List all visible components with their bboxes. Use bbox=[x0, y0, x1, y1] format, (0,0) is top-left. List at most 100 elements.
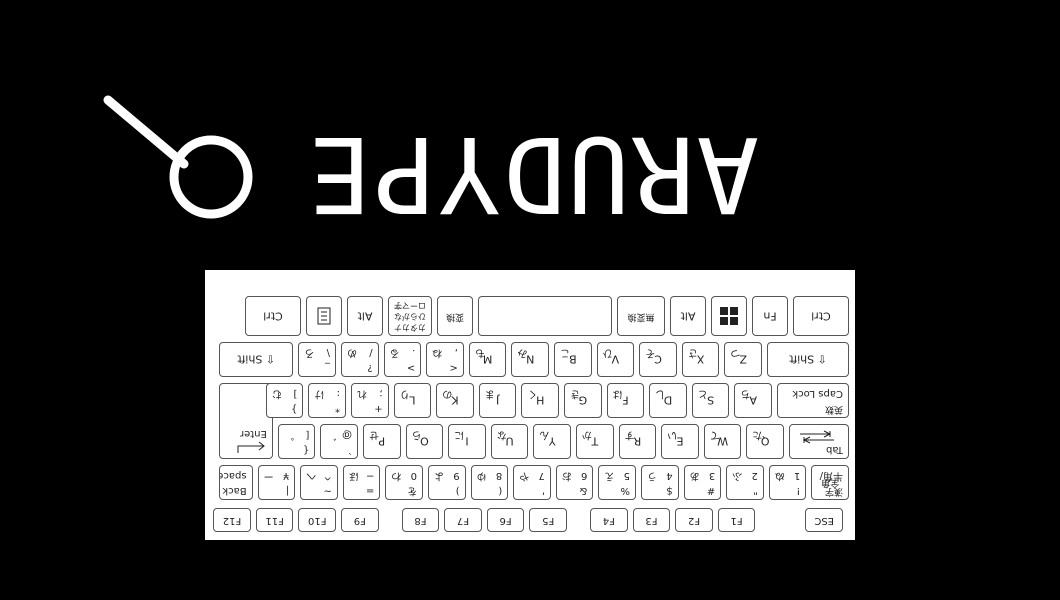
key-n2[interactable]: " 2 ふ bbox=[726, 465, 764, 500]
key-colon[interactable]: *: け bbox=[308, 383, 346, 418]
key-f5[interactable]: F5 bbox=[529, 508, 567, 532]
key-lbracket[interactable]: {[゜ bbox=[277, 424, 316, 459]
key-kana-label: り bbox=[399, 388, 410, 399]
key-f2[interactable]: F2 bbox=[675, 508, 713, 532]
key-label: Alt bbox=[680, 309, 696, 323]
key-caret[interactable]: ~ ^ へ bbox=[300, 465, 338, 500]
key-v[interactable]: Vひ bbox=[596, 342, 635, 377]
key-n4[interactable]: $4 う bbox=[641, 465, 679, 500]
key-g[interactable]: Gき bbox=[564, 383, 602, 418]
key-f11[interactable]: F11 bbox=[255, 508, 294, 532]
key-tab[interactable]: Tab bbox=[789, 424, 849, 459]
key-f1[interactable]: F1 bbox=[717, 508, 756, 532]
key-ralt[interactable]: Alt bbox=[347, 296, 383, 336]
key-j[interactable]: Jま bbox=[478, 383, 517, 418]
key-backslash[interactable]: _ \ ろ bbox=[298, 342, 336, 377]
key-f8[interactable]: F8 bbox=[401, 508, 440, 532]
key-t[interactable]: Tか bbox=[576, 424, 614, 459]
key-i[interactable]: Iに bbox=[448, 424, 486, 459]
key-win[interactable] bbox=[711, 296, 747, 336]
key-n7[interactable]: ' 7 や bbox=[513, 465, 551, 500]
key-rctrl[interactable]: Ctrl bbox=[245, 296, 301, 336]
key-label: Enter bbox=[239, 428, 267, 439]
key-henkan[interactable]: 変換 bbox=[437, 296, 473, 336]
key-kana-label: お bbox=[561, 470, 572, 481]
key-z[interactable]: Zつ bbox=[724, 342, 762, 377]
key-n1[interactable]: ! 1 ぬ bbox=[768, 465, 807, 500]
key-esc[interactable]: ESC bbox=[805, 508, 843, 532]
key-f12[interactable]: F12 bbox=[213, 508, 251, 532]
key-n8[interactable]: (8 ゆ bbox=[470, 465, 509, 500]
key-k[interactable]: Kの bbox=[436, 383, 474, 418]
key-f7[interactable]: F7 bbox=[444, 508, 482, 532]
key-q[interactable]: Qた bbox=[746, 424, 784, 459]
key-lctrl[interactable]: Ctrl bbox=[793, 296, 849, 336]
key-c[interactable]: Cそ bbox=[639, 342, 677, 377]
key-n3[interactable]: #3 あ bbox=[683, 465, 722, 500]
key-f4[interactable]: F4 bbox=[590, 508, 628, 532]
key-shift-label: { bbox=[303, 444, 310, 455]
key-kana-label: ま bbox=[484, 388, 495, 399]
key-u[interactable]: Uな bbox=[490, 424, 529, 459]
key-kana-label: ぬ bbox=[774, 470, 785, 481]
key-slash[interactable]: ? / め bbox=[341, 342, 379, 377]
key-o[interactable]: Oら bbox=[405, 424, 444, 459]
key-label: Ctrl bbox=[263, 309, 283, 323]
key-comma[interactable]: <, ね bbox=[426, 342, 464, 377]
key-rshift[interactable]: ⇧ Shift bbox=[219, 342, 294, 377]
key-n0[interactable]: を 0わ bbox=[385, 465, 423, 500]
key-period[interactable]: >. る bbox=[383, 342, 422, 377]
key-space[interactable] bbox=[478, 296, 612, 336]
key-x[interactable]: Xさ bbox=[681, 342, 720, 377]
key-semicolon[interactable]: +; れ bbox=[351, 383, 389, 418]
key-enter[interactable]: Enter bbox=[219, 383, 273, 459]
key-muhenkan[interactable]: 無変換 bbox=[617, 296, 665, 336]
key-shift-label: < bbox=[449, 362, 458, 373]
key-hankaku[interactable]: 漢字 全角 半角/ bbox=[811, 465, 849, 500]
key-f[interactable]: Fは bbox=[606, 383, 645, 418]
key-base-label: / bbox=[369, 347, 373, 358]
key-kana-label: む bbox=[271, 388, 282, 399]
key-w[interactable]: Wて bbox=[703, 424, 742, 459]
key-f6[interactable]: F6 bbox=[486, 508, 525, 532]
key-caps[interactable]: Caps Lock 英数 bbox=[777, 383, 849, 418]
key-base-label: [ bbox=[305, 429, 310, 440]
key-shift-label: ` bbox=[347, 444, 352, 455]
key-shift-label: = bbox=[366, 485, 375, 496]
key-shift-label: } bbox=[291, 403, 298, 414]
key-yen[interactable]: | ¥ ー bbox=[257, 465, 296, 500]
key-kana[interactable]: カタカナ ひらがな ローマ字 bbox=[388, 296, 432, 336]
key-backspace[interactable]: Back space bbox=[219, 465, 253, 500]
key-shift-label: _ bbox=[325, 362, 330, 373]
key-menu[interactable] bbox=[306, 296, 342, 336]
key-f10[interactable]: F10 bbox=[298, 508, 336, 532]
key-lalt[interactable]: Alt bbox=[670, 296, 706, 336]
key-n5[interactable]: % 5 え bbox=[598, 465, 636, 500]
key-at[interactable]: ` @ ゛ bbox=[320, 424, 358, 459]
key-f3[interactable]: F3 bbox=[632, 508, 671, 532]
key-m[interactable]: Mも bbox=[468, 342, 507, 377]
key-label: Back bbox=[222, 485, 247, 496]
key-y[interactable]: Yん bbox=[533, 424, 571, 459]
key-h[interactable]: Hく bbox=[521, 383, 559, 418]
key-lshift[interactable]: ⇧ Shift bbox=[767, 342, 849, 377]
key-rbracket[interactable]: }] む bbox=[265, 383, 304, 418]
key-base-label: 1 bbox=[794, 470, 801, 481]
key-f9[interactable]: F9 bbox=[341, 508, 379, 532]
key-l[interactable]: Lり bbox=[393, 383, 432, 418]
key-p[interactable]: Pせ bbox=[363, 424, 401, 459]
key-kana-label: る bbox=[389, 347, 400, 358]
key-base-label: 7 bbox=[538, 470, 545, 481]
key-n[interactable]: Nみ bbox=[511, 342, 549, 377]
key-b[interactable]: Bこ bbox=[554, 342, 592, 377]
key-n6[interactable]: & 6 お bbox=[555, 465, 594, 500]
key-kana-label: へ bbox=[306, 470, 317, 481]
key-a[interactable]: Aち bbox=[734, 383, 772, 418]
key-minus[interactable]: = − ほ bbox=[342, 465, 381, 500]
key-r[interactable]: Rす bbox=[618, 424, 657, 459]
key-e[interactable]: Eい bbox=[661, 424, 699, 459]
key-fn[interactable]: Fn bbox=[752, 296, 788, 336]
key-d[interactable]: Dし bbox=[649, 383, 687, 418]
key-s[interactable]: Sと bbox=[691, 383, 730, 418]
key-n9[interactable]: ) 9 よ bbox=[428, 465, 466, 500]
